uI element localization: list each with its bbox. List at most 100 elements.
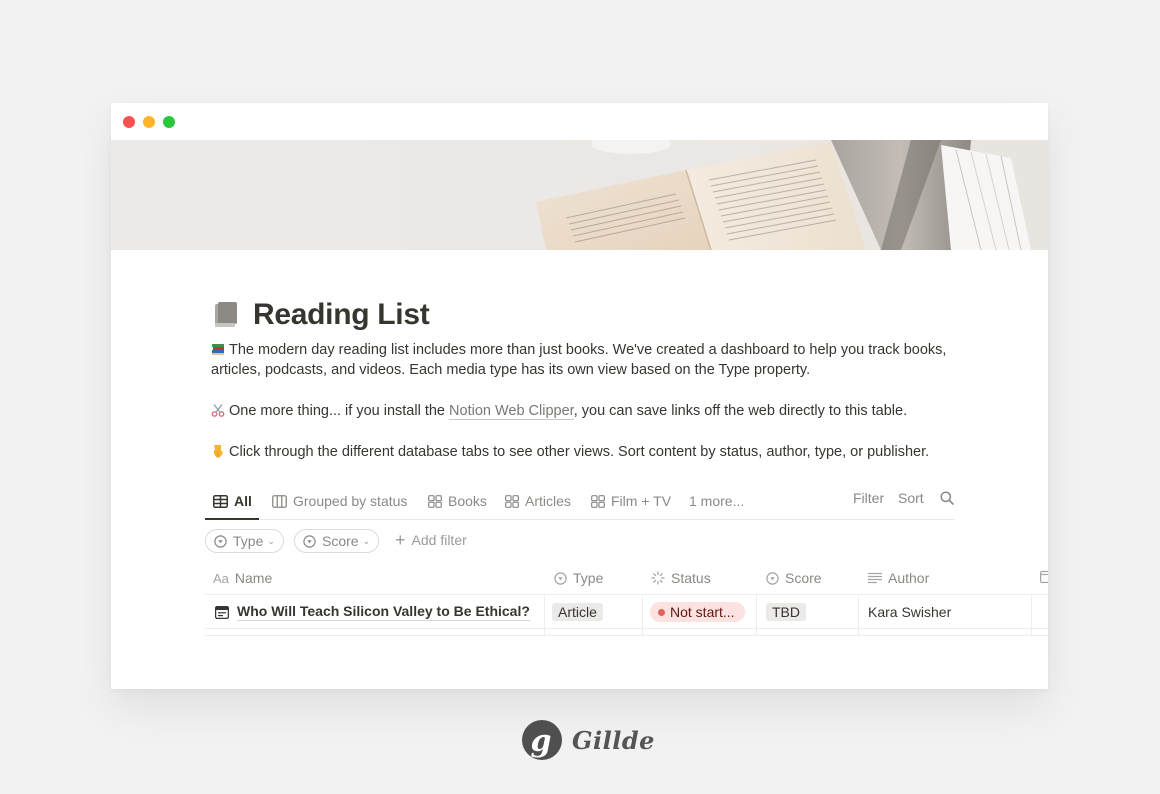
column-divider (756, 629, 757, 635)
column-divider (544, 629, 545, 635)
tab-books-label: Books (448, 493, 487, 509)
status-label: Not start... (670, 604, 735, 620)
intro-paragraph: The modern day reading list includes mor… (211, 340, 956, 380)
column-header-score[interactable]: Score (766, 570, 822, 586)
pointing-down-emoji-icon (214, 445, 223, 458)
column-name-label: Name (234, 570, 273, 586)
gillde-logo-icon: g (522, 720, 562, 760)
clipper-text-after: , you can save links off the web directl… (573, 403, 908, 419)
filter-button[interactable]: Filter (853, 490, 884, 506)
column-divider (756, 595, 757, 628)
notion-web-clipper-link[interactable]: Notion Web Clipper (449, 403, 574, 420)
column-header-type[interactable]: Type (554, 570, 603, 586)
column-header-date[interactable] (1040, 570, 1048, 583)
gallery-icon (505, 494, 519, 508)
sort-button[interactable]: Sort (898, 490, 924, 506)
column-divider (544, 595, 545, 628)
tab-film-tv-label: Film + TV (611, 493, 672, 509)
filter-bar: Type ⌄ Score ⌄ + Add filter (205, 529, 805, 555)
status-icon (651, 571, 665, 585)
table-icon (213, 494, 228, 508)
tab-all-label: All (234, 493, 252, 509)
tab-articles[interactable]: Articles (505, 490, 571, 512)
table-row[interactable]: Who Will Teach Silicon Valley to Be Ethi… (205, 595, 1048, 629)
books-emoji-icon (212, 344, 224, 355)
column-score-label: Score (785, 570, 822, 586)
score-cell[interactable]: TBD (766, 595, 806, 629)
gallery-icon (428, 494, 442, 508)
plus-icon: + (395, 530, 406, 550)
score-filter-label: Score (322, 533, 359, 549)
column-header-status[interactable]: Status (651, 570, 711, 586)
clipper-text-before: One more thing... if you install the (229, 403, 450, 419)
tab-film-tv[interactable]: Film + TV (591, 490, 671, 512)
calendar-icon (1040, 570, 1048, 583)
type-filter-chip[interactable]: Type ⌄ (205, 529, 284, 553)
search-icon (940, 491, 954, 505)
maximize-window-button[interactable] (163, 116, 175, 128)
tab-more[interactable]: 1 more... (689, 490, 744, 512)
score-filter-chip[interactable]: Score ⌄ (294, 529, 380, 553)
type-tag: Article (552, 603, 603, 621)
status-badge: Not start... (650, 602, 745, 622)
column-divider (642, 629, 643, 635)
type-filter-label: Type (233, 533, 264, 549)
title-bar (111, 103, 1048, 140)
logo-letter: g (531, 724, 552, 759)
column-divider (1031, 595, 1032, 628)
column-divider (858, 595, 859, 628)
select-icon (303, 534, 316, 548)
close-window-button[interactable] (123, 116, 135, 128)
tab-articles-label: Articles (525, 493, 571, 509)
active-tab-indicator (205, 518, 259, 520)
tab-books[interactable]: Books (428, 490, 487, 512)
tab-grouped-label: Grouped by status (293, 493, 408, 509)
minimize-window-button[interactable] (143, 116, 155, 128)
tabs-hint-paragraph: Click through the different database tab… (211, 442, 956, 462)
column-status-label: Status (671, 570, 711, 586)
select-icon (554, 571, 567, 585)
column-header-author[interactable]: Author (868, 570, 929, 586)
page-title: Reading List (253, 298, 430, 331)
brand-name: Gillde (572, 726, 655, 755)
table-header: Aa Name Type Status Score Author (205, 561, 1048, 595)
text-icon (868, 572, 882, 584)
column-divider (858, 629, 859, 635)
tabs-hint-text: Click through the different database tab… (229, 444, 930, 460)
author-value: Kara Swisher (868, 604, 952, 620)
name-cell[interactable]: Who Will Teach Silicon Valley to Be Ethi… (215, 595, 530, 629)
intro-text: The modern day reading list includes mor… (211, 342, 947, 378)
search-button[interactable] (940, 491, 954, 508)
title-property-icon: Aa (213, 570, 229, 586)
add-filter-label: Add filter (411, 532, 467, 548)
score-tag: TBD (766, 603, 806, 621)
type-cell[interactable]: Article (552, 595, 603, 629)
scissors-emoji-icon (211, 404, 225, 417)
author-cell[interactable]: Kara Swisher (868, 595, 951, 629)
chevron-down-icon: ⌄ (267, 535, 275, 546)
column-type-label: Type (573, 570, 604, 586)
column-divider (642, 595, 643, 628)
row-title-link[interactable]: Who Will Teach Silicon Valley to Be Ethi… (237, 603, 530, 621)
gallery-icon (591, 494, 605, 508)
table-row-empty[interactable] (205, 629, 1048, 636)
database-view-tabs: All Grouped by status Books Articles Fil… (205, 486, 955, 520)
tab-more-label: 1 more... (689, 493, 745, 509)
tab-all[interactable]: All (213, 490, 252, 512)
clipper-paragraph: One more thing... if you install the Not… (211, 401, 956, 421)
column-author-label: Author (888, 570, 930, 586)
tab-grouped-by-status[interactable]: Grouped by status (272, 490, 407, 512)
column-divider (1031, 629, 1032, 635)
gillde-brand: g Gillde (519, 718, 655, 763)
cover-books-illustration (536, 140, 1031, 250)
select-icon (214, 534, 227, 548)
app-window: Reading List The modern day reading list… (111, 103, 1048, 689)
status-cell[interactable]: Not start... (650, 595, 745, 629)
book-icon (215, 302, 237, 327)
add-filter-button[interactable]: + Add filter (395, 531, 467, 549)
chevron-down-icon: ⌄ (362, 535, 371, 546)
status-dot-icon (658, 608, 665, 616)
column-header-name[interactable]: Aa Name (213, 570, 272, 586)
page-document-icon (215, 605, 229, 619)
select-icon (766, 571, 779, 585)
